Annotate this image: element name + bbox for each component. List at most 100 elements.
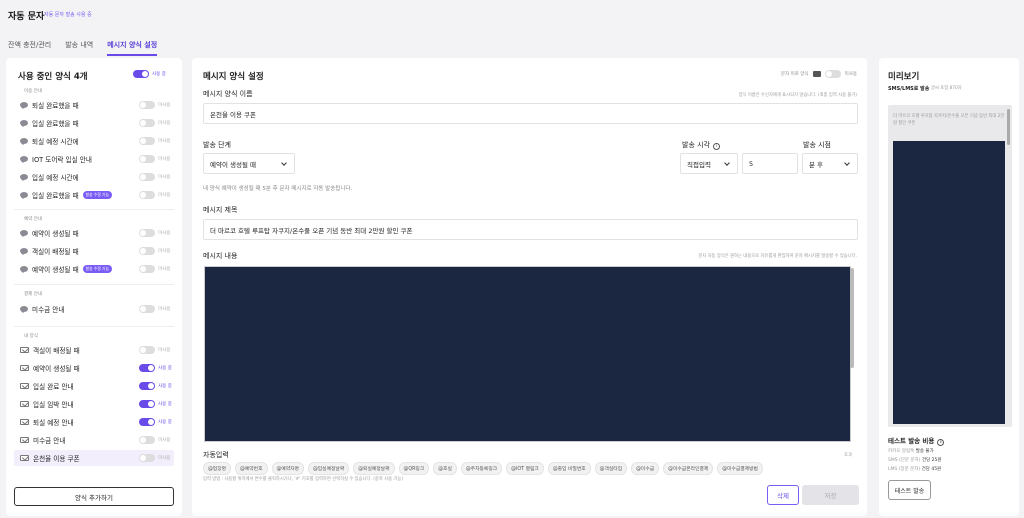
template-item-label: 입실 완료 안내 <box>33 383 74 391</box>
template-toggle[interactable]: 사용 중 <box>139 418 172 426</box>
template-item[interactable]: IOT 도어락 입실 안내 미사용 <box>14 151 174 167</box>
toggle-switch[interactable] <box>139 418 155 426</box>
time-mode-select[interactable]: 직접입력 <box>680 153 738 174</box>
template-item[interactable]: 온천율 이용 쿠폰 미사용 <box>14 450 174 466</box>
template-name-input[interactable]: 온천율 이용 쿠폰 <box>203 103 858 124</box>
add-template-button[interactable]: 양식 추가하기 <box>14 487 174 506</box>
delete-button[interactable]: 삭제 <box>767 485 799 505</box>
editor-top-switch[interactable] <box>824 70 841 78</box>
template-item[interactable]: 입실 예정 시간에 미사용 <box>14 169 174 185</box>
toggle-switch[interactable] <box>139 436 155 444</box>
variable-chip[interactable]: @예약자명 <box>271 462 304 475</box>
template-toggle[interactable]: 미사용 <box>139 265 170 273</box>
section-label: 예약 안내 <box>24 217 42 222</box>
template-toggle[interactable]: 미사용 <box>139 229 170 237</box>
toggle-switch[interactable] <box>139 137 155 145</box>
tab-send-history[interactable]: 발송 내역 <box>65 40 93 56</box>
time-value-input[interactable]: 5 <box>742 153 798 174</box>
template-toggle[interactable]: 사용 중 <box>139 382 172 390</box>
subject-input[interactable]: 더 마르코 호텔 루프탑 자쿠지/온수풀 오픈 기념 동반 최대 2만원 할인 … <box>203 219 858 240</box>
template-toggle[interactable]: 미사용 <box>139 101 170 109</box>
template-toggle[interactable]: 사용 중 <box>139 400 172 408</box>
toggle-switch[interactable] <box>139 305 155 313</box>
cost-title: 테스트 발송 비용 i <box>888 435 945 446</box>
chat-bubble-icon <box>20 192 28 199</box>
variable-chip[interactable]: @미수금온라인결제 <box>663 462 714 475</box>
content-hint: 문자 자동 양식은 원하는 내용으로 자유롭게 편집하여 문자 메시지를 발송할… <box>698 254 857 259</box>
variable-chip[interactable]: @객실타입 <box>594 462 628 475</box>
auto-input-label: 자동입력 <box>203 451 229 459</box>
template-toggle[interactable]: 미사용 <box>139 305 170 313</box>
message-content-editor[interactable] <box>204 266 851 442</box>
toggle-switch[interactable] <box>139 119 155 127</box>
template-toggle[interactable]: 미사용 <box>139 454 170 462</box>
info-icon[interactable]: i <box>713 143 720 150</box>
toggle-switch[interactable] <box>139 191 155 199</box>
template-item[interactable]: 입실 임박 안내 사용 중 <box>14 396 174 412</box>
toggle-switch[interactable] <box>139 155 155 163</box>
variable-chip[interactable]: @업장명 <box>203 462 232 475</box>
template-item[interactable]: 입실 완료했을 때 미사용 <box>14 115 174 131</box>
edit-badge: 발송 수정 가능 <box>82 265 113 273</box>
template-item[interactable]: 미수금 안내 미사용 <box>14 301 174 317</box>
toggle-switch[interactable] <box>139 364 155 372</box>
toggle-switch[interactable] <box>139 247 155 255</box>
master-switch[interactable] <box>133 70 149 78</box>
template-toggle[interactable]: 미사용 <box>139 191 170 199</box>
toggle-switch[interactable] <box>139 101 155 109</box>
tab-message-templates[interactable]: 메시지 양식 설정 <box>107 40 158 56</box>
variable-chip[interactable]: @퇴실예정날짜 <box>353 462 395 475</box>
template-item[interactable]: 퇴실 예정 안내 사용 중 <box>14 414 174 430</box>
template-item[interactable]: 객실이 배정될 때 미사용 <box>14 243 174 259</box>
content-label: 메시지 내용 <box>203 252 238 260</box>
template-toggle[interactable]: 미사용 <box>139 137 170 145</box>
template-item[interactable]: 예약이 생성될 때 발송 수정 가능 미사용 <box>14 261 174 277</box>
master-toggle[interactable]: 사용 중 <box>133 70 166 78</box>
template-item[interactable]: 예약이 생성될 때 미사용 <box>14 225 174 241</box>
variable-chip[interactable]: @호실 <box>433 462 457 475</box>
info-icon[interactable]: i <box>937 439 945 446</box>
variable-chip[interactable]: @예약번호 <box>235 462 268 475</box>
template-item[interactable]: 퇴실 완료했을 때 미사용 <box>14 97 174 113</box>
content-scrollbar[interactable] <box>850 268 854 368</box>
template-item[interactable]: 객실이 배정될 때 미사용 <box>14 342 174 358</box>
stage-select[interactable]: 예약이 생성될 때 <box>203 153 295 174</box>
variable-chip[interactable]: @입실예정날짜 <box>307 462 350 475</box>
variable-chip[interactable]: @출입 비밀번호 <box>547 462 591 475</box>
save-button[interactable]: 저장 <box>802 485 859 505</box>
variable-chip[interactable]: @미수금결제방법 <box>717 462 763 475</box>
tab-balance[interactable]: 잔액 충전/관리 <box>8 40 51 56</box>
point-select[interactable]: 분 후 <box>802 153 858 174</box>
template-item[interactable]: 예약이 생성될 때 사용 중 <box>14 360 174 376</box>
variable-chip[interactable]: @미수금 <box>631 462 660 475</box>
template-toggle[interactable]: 미사용 <box>139 155 170 163</box>
variable-chip[interactable]: @QR링크 <box>398 462 430 475</box>
toggle-switch[interactable] <box>139 382 155 390</box>
template-toggle[interactable]: 미사용 <box>139 436 170 444</box>
toggle-switch[interactable] <box>139 400 155 408</box>
template-item[interactable]: 미수금 안내 미사용 <box>14 432 174 448</box>
template-toggle[interactable]: 사용 중 <box>139 364 172 372</box>
template-toggle[interactable]: 미사용 <box>139 173 170 181</box>
preview-scrollbar[interactable] <box>1007 109 1010 145</box>
toggle-switch[interactable] <box>139 229 155 237</box>
template-item[interactable]: 입실 완료했을 때 발송 수정 가능 미사용 <box>14 187 174 203</box>
template-item[interactable]: 입실 완료 안내 사용 중 <box>14 378 174 394</box>
template-item-label: 객실이 배정될 때 <box>32 248 79 256</box>
template-item-label: IOT 도어락 입실 안내 <box>32 156 92 164</box>
template-item[interactable]: 퇴실 예정 시간에 미사용 <box>14 133 174 149</box>
test-send-button[interactable]: 테스트 발송 <box>888 480 931 500</box>
toggle-switch[interactable] <box>139 173 155 181</box>
envelope-icon <box>812 71 821 77</box>
variable-chip[interactable]: @IOT 열림크 <box>506 462 544 475</box>
template-toggle[interactable]: 미사용 <box>139 346 170 354</box>
toggle-switch[interactable] <box>139 346 155 354</box>
time-label: 발송 시각 i <box>682 140 720 150</box>
template-toggle[interactable]: 미사용 <box>139 247 170 255</box>
toggle-status: 사용 중 <box>158 402 172 407</box>
variable-chip[interactable]: @주차등록링크 <box>460 462 503 475</box>
toggle-switch[interactable] <box>139 265 155 273</box>
page-title: 자동 문자 <box>8 12 45 22</box>
template-toggle[interactable]: 미사용 <box>139 119 170 127</box>
toggle-switch[interactable] <box>139 454 155 462</box>
